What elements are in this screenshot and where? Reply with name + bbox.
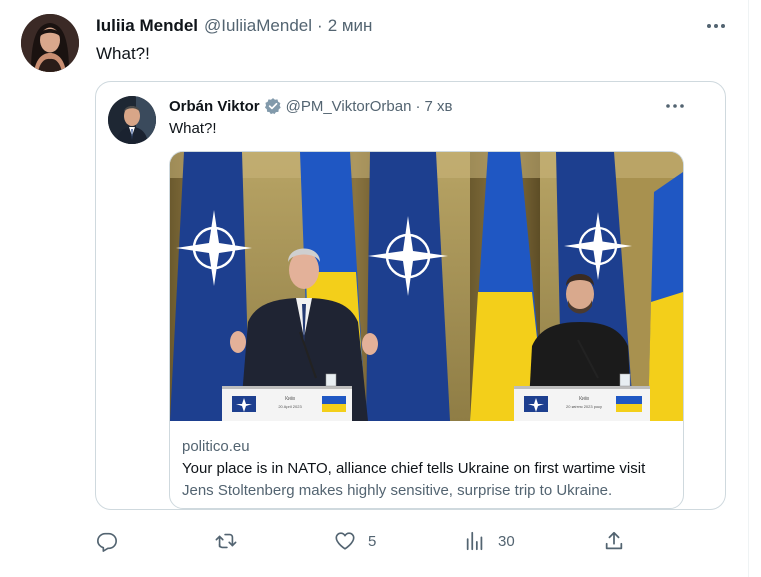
quoted-timestamp[interactable]: 7 хв xyxy=(424,98,452,115)
header-separator: · xyxy=(317,16,323,35)
link-card-title[interactable]: Your place is in NATO, alliance chief te… xyxy=(182,458,645,480)
share-button[interactable] xyxy=(603,527,625,555)
podium-left-label: Київ xyxy=(285,396,295,402)
link-card-photo: Київ 20 April 2023 Київ 20 квітня 2023 р… xyxy=(170,152,683,421)
quoted-author-avatar-image xyxy=(108,96,156,144)
like-icon xyxy=(334,530,356,552)
share-icon xyxy=(603,530,625,552)
tweet-actions: 5 30 xyxy=(0,527,761,555)
podium-right-date: 20 квітня 2023 року xyxy=(566,404,602,409)
author-name[interactable]: Iuliia Mendel xyxy=(96,16,198,36)
quoted-header-separator: · xyxy=(415,97,421,115)
link-card-domain: politico.eu xyxy=(182,438,250,455)
like-button[interactable]: 5 xyxy=(334,527,376,555)
quoted-author-avatar[interactable] xyxy=(108,96,156,144)
more-icon[interactable] xyxy=(704,16,728,36)
link-card-description: Jens Stoltenberg makes highly sensitive,… xyxy=(182,482,613,499)
link-card[interactable]: Київ 20 April 2023 Київ 20 квітня 2023 р… xyxy=(169,151,684,509)
verified-badge-icon xyxy=(264,97,282,115)
tweet-timestamp[interactable]: 2 мин xyxy=(328,16,373,36)
quoted-author-name[interactable]: Orbán Viktor xyxy=(169,98,260,115)
quoted-tweet-text: What?! xyxy=(169,120,217,137)
views-icon xyxy=(464,530,486,552)
views-button[interactable]: 30 xyxy=(464,527,515,555)
retweet-button[interactable] xyxy=(215,527,249,555)
reply-icon xyxy=(96,530,118,552)
author-handle[interactable]: @IuliiaMendel xyxy=(204,16,312,36)
tweet-header: Iuliia Mendel @IuliiaMendel · 2 мин xyxy=(96,14,372,38)
tweet: Iuliia Mendel @IuliiaMendel · 2 мин What… xyxy=(0,0,761,577)
tweet-text: What?! xyxy=(96,44,150,63)
views-count: 30 xyxy=(498,532,515,550)
quoted-tweet[interactable]: Orbán Viktor @PM_ViktorOrban · 7 хв What… xyxy=(95,81,726,510)
retweet-icon xyxy=(215,530,237,552)
link-card-meta: politico.eu Your place is in NATO, allia… xyxy=(182,436,645,502)
like-count: 5 xyxy=(368,532,377,550)
column-divider xyxy=(748,0,749,577)
podium-left-date: 20 April 2023 xyxy=(278,404,302,409)
quoted-author-handle[interactable]: @PM_ViktorOrban xyxy=(286,98,412,115)
quoted-more-icon[interactable] xyxy=(663,96,687,116)
author-avatar[interactable] xyxy=(21,14,79,72)
podium-right-label: Київ xyxy=(579,396,589,402)
quoted-tweet-header: Orbán Viktor @PM_ViktorOrban · 7 хв xyxy=(169,95,452,117)
author-avatar-image xyxy=(21,14,79,72)
reply-button[interactable] xyxy=(96,527,130,555)
